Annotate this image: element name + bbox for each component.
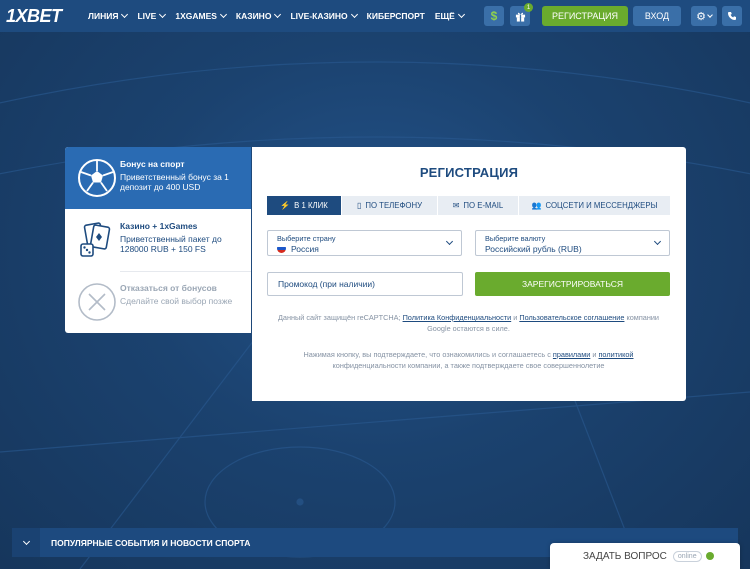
- bonus-casino-desc: Приветственный пакет до 128000 RUB + 150…: [120, 233, 222, 255]
- russia-flag-icon: [277, 244, 286, 253]
- online-status: online: [672, 550, 702, 562]
- site-logo[interactable]: 1XBET: [6, 6, 62, 27]
- status-dot-icon: [705, 552, 714, 560]
- nav-item-live-casino[interactable]: LIVE-КАЗИНО: [290, 10, 358, 21]
- header-register-button[interactable]: РЕГИСТРАЦИЯ: [542, 6, 628, 26]
- lightning-icon: ⚡: [280, 201, 291, 210]
- close-circle-icon: [78, 283, 116, 321]
- form-title: РЕГИСТРАЦИЯ: [419, 165, 519, 180]
- promo-code-input[interactable]: Промокод (при наличии): [267, 272, 463, 296]
- main-nav: ЛИНИЯ LIVE 1XGAMES КАЗИНО LIVE-КАЗИНО КИ…: [88, 0, 474, 32]
- cards-dice-icon: [80, 222, 111, 257]
- country-value: Россия: [277, 244, 319, 254]
- bonus-sport-desc: Приветственный бонус за 1 депозит до 400…: [120, 171, 229, 193]
- popular-events-label: ПОПУЛЯРНЫЕ СОБЫТИЯ И НОВОСТИ СПОРТА: [51, 537, 251, 548]
- tab-by-email[interactable]: ✉ ПО E-MAIL: [438, 196, 518, 215]
- phone-button[interactable]: [722, 6, 742, 26]
- nav-item-live[interactable]: LIVE: [137, 10, 167, 21]
- login-button[interactable]: ВХОД: [633, 6, 681, 26]
- gift-icon: [515, 12, 525, 22]
- bonus-casino-title: Казино + 1xGames: [120, 221, 198, 231]
- country-label: Выберите страну: [277, 234, 336, 243]
- chevron-down-icon: [219, 10, 227, 19]
- bonus-sport-title: Бонус на спорт: [120, 159, 185, 169]
- tab-by-phone[interactable]: ▯ ПО ТЕЛЕФОНУ: [342, 196, 437, 215]
- chevron-down-icon: [159, 10, 167, 19]
- expand-toggle[interactable]: [12, 528, 40, 557]
- nav-item-more[interactable]: ЕЩЁ: [435, 10, 465, 21]
- ask-question-widget[interactable]: ЗАДАТЬ ВОПРОС online: [550, 543, 740, 569]
- settings-button[interactable]: ⚙: [691, 6, 717, 26]
- top-header: 1XBET ЛИНИЯ LIVE 1XGAMES КАЗИНО LIVE-КАЗ…: [0, 0, 750, 32]
- currency-select[interactable]: Выберите валюту Российский рубль (RUB): [475, 230, 670, 256]
- bonus-option-sport[interactable]: Бонус на спорт Приветственный бонус за 1…: [65, 147, 251, 209]
- soccer-ball-icon: [78, 159, 116, 197]
- privacy-link[interactable]: политикой: [598, 350, 633, 359]
- bonus-sport-text: Бонус на спорт Приветственный бонус за 1…: [120, 159, 248, 193]
- notification-badge: 1: [524, 3, 533, 12]
- deposit-button[interactable]: $: [484, 6, 504, 26]
- bonus-option-decline[interactable]: Отказаться от бонусов Сделайте свой выбо…: [65, 271, 251, 333]
- agreement-notice: Нажимая кнопку, вы подтверждаете, что оз…: [303, 350, 634, 370]
- privacy-policy-link[interactable]: Политика Конфиденциальности: [403, 313, 512, 322]
- gear-icon: ⚙: [696, 10, 706, 23]
- bonus-decline-desc: Сделайте свой выбор позже: [120, 295, 233, 306]
- users-icon: 👥: [531, 201, 542, 210]
- chevron-down-icon: [121, 10, 129, 19]
- dollar-icon: $: [490, 9, 498, 23]
- bonus-decline-text: Отказаться от бонусов Сделайте свой выбо…: [120, 283, 248, 306]
- register-submit-button[interactable]: ЗАРЕГИСТРИРОВАТЬСЯ: [475, 272, 670, 296]
- country-select[interactable]: Выберите страну Россия: [267, 230, 462, 256]
- recaptcha-notice: Данный сайт защищён reCAPTCHA; Политика …: [277, 313, 660, 333]
- chevron-down-icon: [445, 237, 454, 246]
- bonus-selector: Бонус на спорт Приветственный бонус за 1…: [65, 147, 251, 333]
- envelope-icon: ✉: [452, 201, 460, 210]
- rules-link[interactable]: правилами: [553, 350, 590, 359]
- chevron-down-icon: [350, 10, 358, 19]
- chevron-down-icon: [457, 10, 465, 19]
- bonus-decline-title: Отказаться от бонусов: [120, 283, 217, 293]
- chevron-down-icon: [653, 237, 662, 246]
- bonus-casino-text: Казино + 1xGames Приветственный пакет до…: [120, 221, 248, 255]
- registration-tabs: ⚡ В 1 КЛИК ▯ ПО ТЕЛЕФОНУ ✉ ПО E-MAIL 👥 СОЦСЕ…: [267, 196, 670, 215]
- registration-form: РЕГИСТРАЦИЯ ⚡ В 1 КЛИК ▯ ПО ТЕЛЕФОНУ ✉ ПО E…: [252, 147, 686, 401]
- currency-label: Выберите валюту: [485, 234, 546, 243]
- nav-item-casino[interactable]: КАЗИНО: [236, 10, 282, 21]
- nav-item-esports[interactable]: КИБЕРСПОРТ: [367, 11, 425, 21]
- chevron-down-icon: [274, 10, 282, 19]
- chevron-down-icon: [707, 11, 713, 18]
- currency-value: Российский рубль (RUB): [485, 244, 582, 254]
- chevron-down-icon: [22, 537, 30, 545]
- bonus-option-casino[interactable]: Казино + 1xGames Приветственный пакет до…: [65, 209, 251, 271]
- mobile-phone-icon: ▯: [356, 201, 362, 210]
- ask-question-label: ЗАДАТЬ ВОПРОС: [583, 550, 667, 562]
- tab-one-click[interactable]: ⚡ В 1 КЛИК: [267, 196, 341, 215]
- user-agreement-link[interactable]: Пользовательское соглашение: [519, 313, 624, 322]
- nav-item-1xgames[interactable]: 1XGAMES: [175, 10, 227, 21]
- gift-button[interactable]: 1: [510, 3, 533, 26]
- phone-icon: [728, 12, 736, 20]
- nav-item-line[interactable]: ЛИНИЯ: [88, 10, 129, 21]
- tab-social[interactable]: 👥 СОЦСЕТИ И МЕССЕНДЖЕРЫ: [519, 196, 670, 215]
